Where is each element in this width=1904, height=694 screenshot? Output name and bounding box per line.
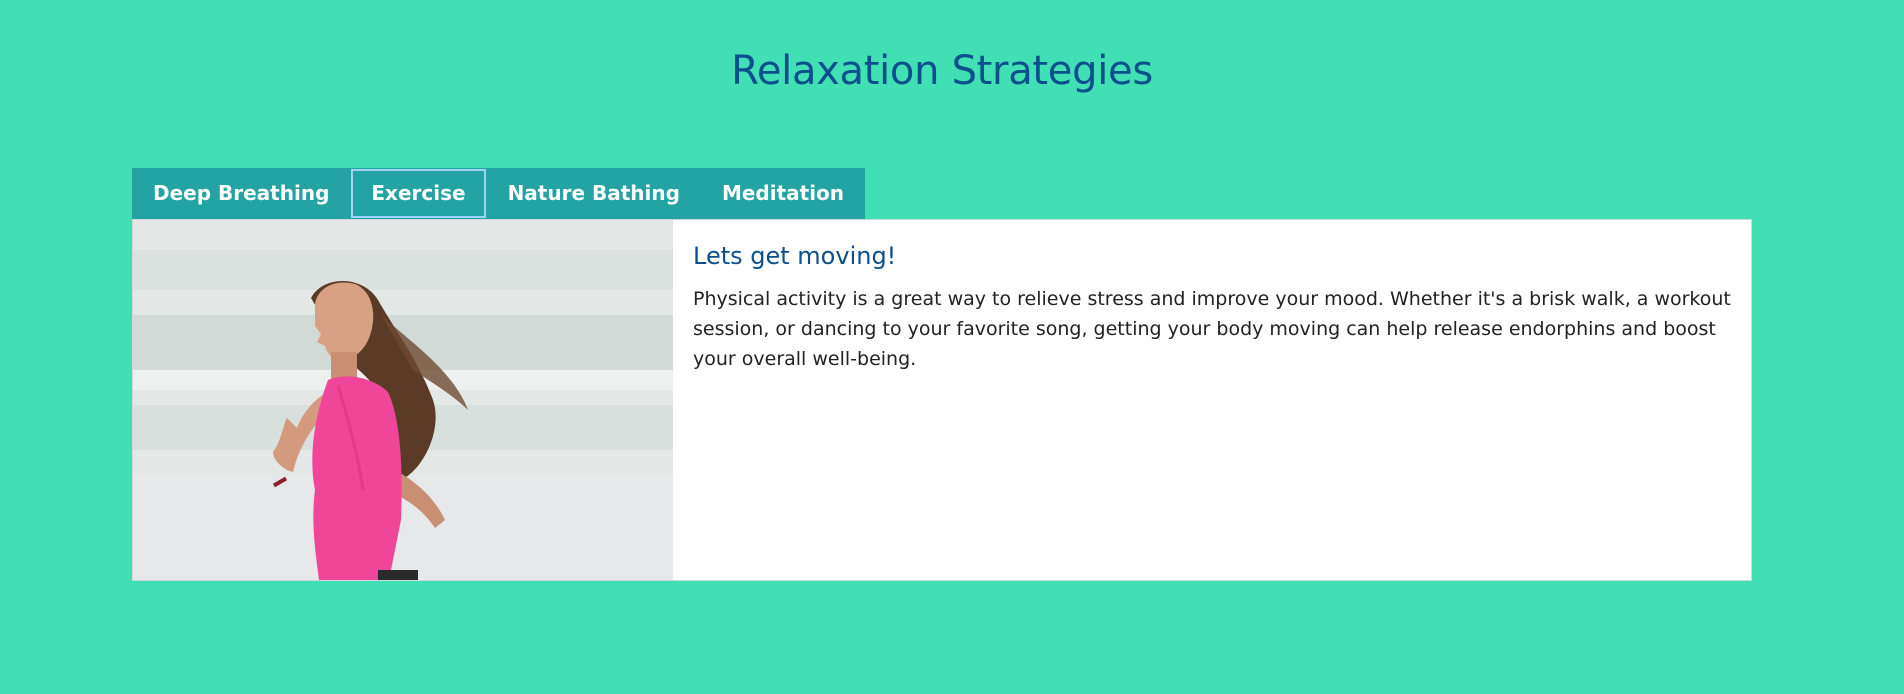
content-body: Physical activity is a great way to reli… [693,288,1731,370]
tab-content-panel: Lets get moving! Physical activity is a … [132,219,1752,581]
tab-bar: Deep Breathing Exercise Nature Bathing M… [132,168,866,219]
tab-content-text: Lets get moving! Physical activity is a … [673,220,1751,580]
tab-nature-bathing[interactable]: Nature Bathing [487,168,701,219]
exercise-photo [133,220,673,580]
content-heading: Lets get moving! [693,242,897,270]
tab-deep-breathing[interactable]: Deep Breathing [132,168,350,219]
page-title: Relaxation Strategies [731,48,1153,94]
tab-meditation[interactable]: Meditation [701,168,865,219]
tab-exercise[interactable]: Exercise [350,168,486,219]
woman-running-image [133,220,673,580]
